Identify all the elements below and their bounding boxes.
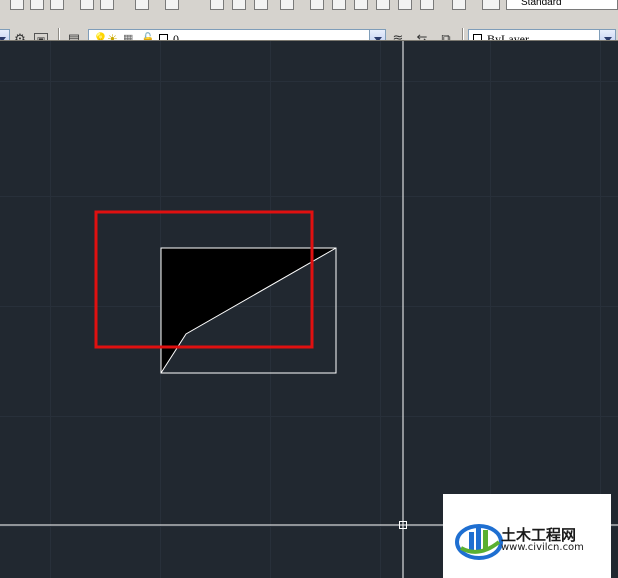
solid-hatch-region[interactable] — [161, 248, 336, 373]
watermark-logo: 土木工程网 www.civilcn.com — [443, 494, 611, 578]
logo-url: www.civilcn.com — [501, 542, 584, 553]
drawing-geometry — [0, 41, 618, 578]
logo-mark-icon — [455, 524, 503, 560]
